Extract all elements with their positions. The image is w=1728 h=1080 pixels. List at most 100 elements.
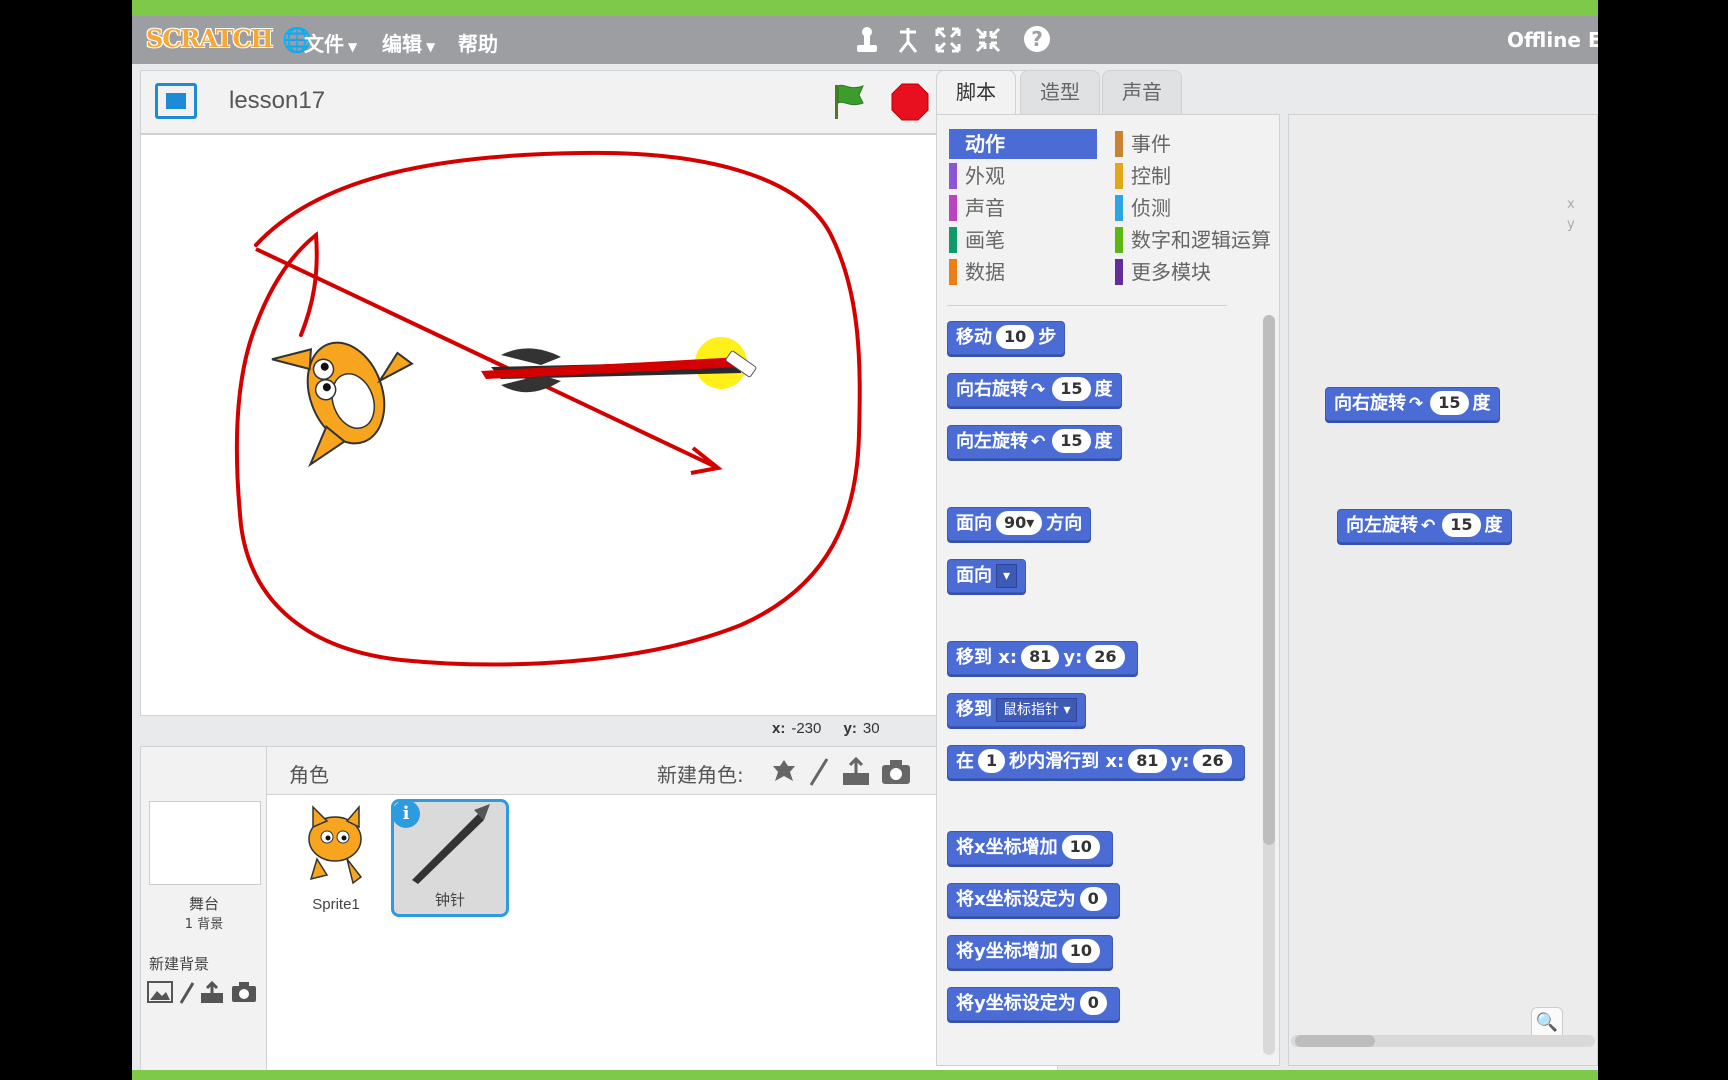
x-input[interactable]: 81 — [1128, 749, 1167, 773]
new-backdrop-label: 新建背景 — [149, 955, 210, 973]
sprite-name: 钟针 — [434, 892, 465, 909]
script-block-turn-left[interactable]: 向左旋转 ↶ 15 度 — [1337, 509, 1512, 543]
category-looks[interactable]: 外观 — [949, 161, 1097, 191]
fullscreen-icon[interactable] — [155, 83, 197, 119]
y-input[interactable]: 26 — [1193, 749, 1232, 773]
block-set-x[interactable]: 将x坐标设定为 0 — [947, 883, 1120, 917]
paint-sprite-icon[interactable] — [807, 757, 831, 787]
block-point-in-direction[interactable]: 面向 90▾ 方向 — [947, 507, 1092, 541]
top-green-strip — [132, 0, 1598, 16]
category-label: 画笔 — [965, 228, 1005, 252]
rotate-counterclockwise-icon: ↶ — [1031, 432, 1046, 452]
category-divider — [947, 305, 1227, 306]
sprite-library-icon[interactable] — [769, 757, 799, 787]
category-label: 数字和逻辑运算 — [1131, 228, 1271, 252]
stop-sign-icon[interactable] — [891, 83, 929, 121]
degrees-input[interactable]: 15 — [1052, 377, 1091, 401]
degrees-input[interactable]: 15 — [1430, 391, 1469, 415]
block-change-y[interactable]: 将y坐标增加 10 — [947, 935, 1113, 969]
stage-canvas[interactable] — [140, 134, 1058, 716]
category-events[interactable]: 事件 — [1115, 129, 1263, 159]
green-flag-icon[interactable] — [831, 81, 867, 121]
stage-header: lesson17 — [140, 70, 1058, 134]
category-label: 控制 — [1131, 164, 1171, 188]
sprite-thumbnail-sprite1[interactable]: Sprite1 — [277, 799, 395, 917]
chevron-down-icon: ▼ — [426, 40, 436, 54]
block-go-to-xy[interactable]: 移到 x: 81 y: 26 — [947, 641, 1138, 675]
block-text: 向左旋转 — [1346, 515, 1418, 536]
category-sensing[interactable]: 侦测 — [1115, 193, 1263, 223]
help-question-icon[interactable]: ? — [1024, 26, 1050, 52]
upload-icon[interactable] — [199, 981, 225, 1005]
edit-menu[interactable]: 编辑 ▼ — [382, 28, 435, 57]
tab-costumes[interactable]: 造型 — [1020, 70, 1100, 114]
camera-sprite-icon[interactable] — [881, 759, 911, 785]
backdrop-library-icon[interactable] — [147, 981, 173, 1003]
mouse-coordinates: x: -230 y: 30 — [772, 720, 898, 737]
block-point-towards[interactable]: 面向 ▾ — [947, 559, 1027, 593]
block-text: y: — [1170, 751, 1190, 772]
block-turn-left[interactable]: 向左旋转 ↶ 15 度 — [947, 425, 1122, 459]
script-horizontal-scrollbar[interactable] — [1291, 1035, 1595, 1047]
script-block-turn-right[interactable]: 向右旋转 ↷ 15 度 — [1325, 387, 1500, 421]
category-pen[interactable]: 画笔 — [949, 225, 1097, 255]
block-text: 度 — [1094, 379, 1113, 400]
category-control[interactable]: 控制 — [1115, 161, 1263, 191]
block-go-to[interactable]: 移到 鼠标指针 ▾ — [947, 693, 1087, 727]
project-title[interactable]: lesson17 — [229, 87, 325, 115]
direction-input[interactable]: 90▾ — [996, 511, 1043, 535]
block-glide[interactable]: 在 1 秒内滑行到 x: 81 y: 26 — [947, 745, 1245, 779]
grow-icon[interactable] — [934, 26, 962, 54]
block-text: 度 — [1484, 515, 1503, 536]
category-more-blocks[interactable]: 更多模块 — [1115, 257, 1263, 287]
category-label: 侦测 — [1131, 196, 1171, 220]
category-data[interactable]: 数据 — [949, 257, 1097, 287]
category-operators[interactable]: 数字和逻辑运算 — [1115, 225, 1277, 255]
paint-brush-icon[interactable] — [177, 981, 197, 1005]
category-label: 事件 — [1131, 132, 1171, 156]
block-move-steps[interactable]: 移动 10 步 — [947, 321, 1066, 355]
stage-drawing — [234, 150, 862, 667]
target-dropdown[interactable]: 鼠标指针 ▾ — [996, 698, 1078, 722]
category-label: 数据 — [965, 260, 1005, 284]
category-label: 更多模块 — [1131, 260, 1211, 284]
sprite-thumbnail-clock-hand[interactable]: i 钟针 — [391, 799, 509, 917]
help-menu[interactable]: 帮助 — [458, 28, 498, 57]
camera-icon[interactable] — [231, 981, 257, 1003]
upload-sprite-icon[interactable] — [841, 757, 871, 787]
tab-sounds[interactable]: 声音 — [1102, 70, 1182, 114]
y-set-input[interactable]: 0 — [1079, 991, 1107, 1015]
block-text: 将y坐标增加 — [956, 941, 1058, 962]
degrees-input[interactable]: 15 — [1442, 513, 1481, 537]
palette-scrollbar[interactable] — [1263, 315, 1275, 1055]
shrink-icon[interactable] — [974, 26, 1002, 54]
block-text: 向左旋转 — [956, 431, 1028, 452]
y-change-input[interactable]: 10 — [1061, 939, 1100, 963]
stage-thumbnail[interactable] — [149, 801, 261, 885]
seconds-input[interactable]: 1 — [978, 749, 1006, 773]
script-area[interactable]: 向右旋转 ↷ 15 度 向左旋转 ↶ 15 度 xy 🔍 — [1288, 114, 1598, 1066]
duplicate-stamp-icon[interactable] — [854, 26, 880, 54]
target-dropdown[interactable]: ▾ — [996, 564, 1018, 588]
tab-scripts[interactable]: 脚本 — [936, 70, 1016, 116]
sprite-name: Sprite1 — [312, 896, 360, 913]
degrees-input[interactable]: 15 — [1052, 429, 1091, 453]
block-text: 步 — [1038, 327, 1057, 348]
x-set-input[interactable]: 0 — [1079, 887, 1107, 911]
delete-scissors-icon[interactable] — [894, 26, 922, 54]
category-sound[interactable]: 声音 — [949, 193, 1097, 223]
block-set-y[interactable]: 将y坐标设定为 0 — [947, 987, 1120, 1021]
x-change-input[interactable]: 10 — [1061, 835, 1100, 859]
block-turn-right[interactable]: 向右旋转 ↷ 15 度 — [947, 373, 1122, 407]
scratch-logo[interactable]: SCRATCH — [146, 24, 273, 53]
block-change-x[interactable]: 将x坐标增加 10 — [947, 831, 1113, 865]
chevron-down-icon: ▼ — [348, 40, 358, 54]
block-text: 度 — [1094, 431, 1113, 452]
info-icon[interactable]: i — [392, 800, 420, 828]
x-input[interactable]: 81 — [1021, 645, 1060, 669]
block-text: 将x坐标设定为 — [956, 889, 1076, 910]
category-motion[interactable]: 动作 — [949, 129, 1097, 159]
file-menu[interactable]: 文件 ▼ — [304, 28, 357, 57]
steps-input[interactable]: 10 — [996, 325, 1035, 349]
y-input[interactable]: 26 — [1086, 645, 1125, 669]
